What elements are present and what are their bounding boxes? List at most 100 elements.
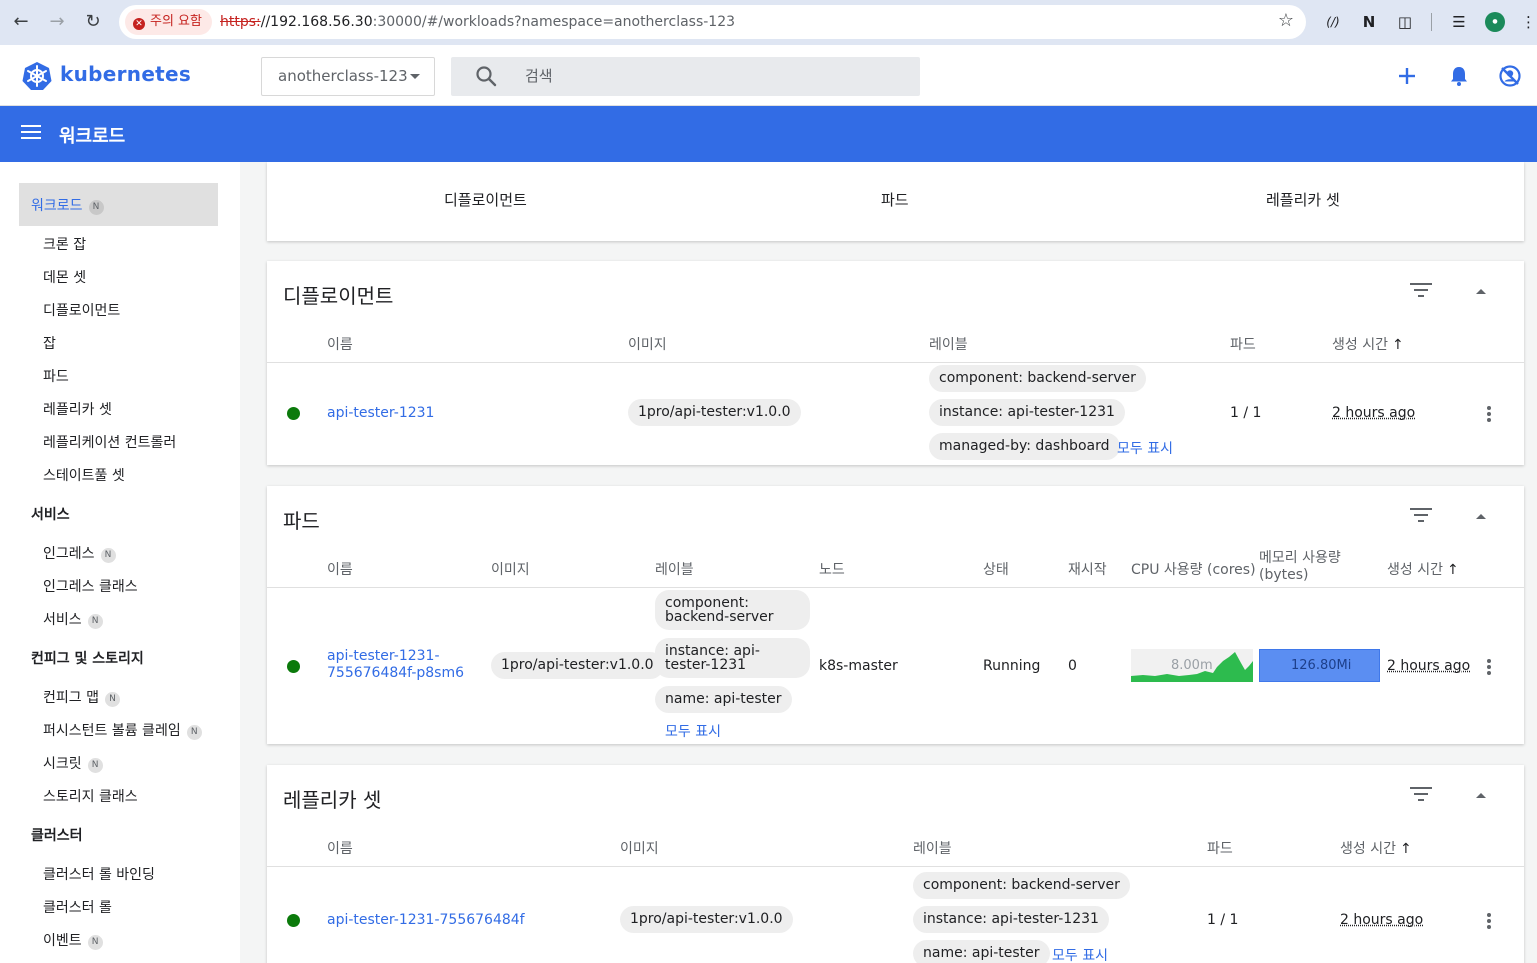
column-header-created[interactable]: 생성 시간 ↑ — [1387, 559, 1459, 579]
column-header-images[interactable]: 이미지 — [620, 838, 659, 858]
sidebar-section-cluster[interactable]: 클러스터 — [31, 825, 83, 845]
column-header-pods[interactable]: 파드 — [1230, 334, 1256, 354]
column-header-pods[interactable]: 파드 — [1207, 838, 1233, 858]
sort-arrow-up-icon: ↑ — [1446, 562, 1459, 578]
forward-arrow-icon[interactable]: → — [44, 9, 70, 35]
image-chip: 1pro/api-tester:v1.0.0 — [620, 906, 793, 933]
sidebar-section-config-storage[interactable]: 컨피그 및 스토리지 — [31, 648, 144, 668]
tab-replicasets[interactable]: 레플리카 셋 — [1266, 189, 1340, 210]
column-header-labels[interactable]: 레이블 — [929, 334, 968, 354]
reading-list-icon[interactable]: ☰ — [1447, 10, 1471, 34]
sidebar-item-statefulsets[interactable]: 스테이트풀 셋 — [43, 465, 125, 485]
extension-icon[interactable]: (/) — [1321, 10, 1345, 34]
sidebar-item-events[interactable]: 이벤트 N — [43, 930, 103, 950]
filter-icon[interactable] — [1410, 787, 1432, 803]
show-all-labels-link[interactable]: 모두 표시 — [1117, 438, 1173, 458]
column-header-name[interactable]: 이름 — [327, 334, 353, 354]
node-name: k8s-master — [819, 658, 898, 674]
sidebar-section-services[interactable]: 서비스 — [31, 504, 70, 524]
sidebar-item-cluster-roles[interactable]: 클러스터 롤 — [43, 897, 112, 917]
label-chip: name: api-tester — [655, 686, 792, 713]
kubernetes-logo-icon[interactable] — [22, 61, 52, 91]
column-header-status[interactable]: 상태 — [983, 559, 1009, 579]
replicasets-card: 레플리카 셋 이름 이미지 레이블 파드 생성 시간 ↑ api-tester-1… — [267, 765, 1524, 963]
app-header: kubernetes anotherclass-123 검색 — [0, 45, 1537, 106]
sidebar-item-replicasets[interactable]: 레플리카 셋 — [43, 399, 112, 419]
tab-pods[interactable]: 파드 — [881, 189, 909, 210]
column-header-created[interactable]: 생성 시간 ↑ — [1340, 838, 1412, 858]
sort-arrow-up-icon: ↑ — [1399, 841, 1412, 857]
notion-icon[interactable]: N — [1357, 10, 1381, 34]
image-chip: 1pro/api-tester:v1.0.0 — [491, 652, 664, 679]
page-toolbar: 워크로드 — [0, 106, 1537, 162]
replicaset-name-link[interactable]: api-tester-1231-755676484f — [327, 912, 525, 928]
url-text[interactable]: https://192.168.56.30:30000/#/workloads?… — [220, 5, 735, 39]
status-running-icon — [287, 407, 300, 420]
pods-count: 1 / 1 — [1207, 912, 1239, 928]
security-warning-chip[interactable]: ✕ 주의 요함 — [125, 9, 212, 35]
column-header-images[interactable]: 이미지 — [628, 334, 667, 354]
sidebar-item-cronjobs[interactable]: 크론 잡 — [43, 234, 86, 254]
pods-title: 파드 — [283, 509, 320, 533]
extensions-puzzle-icon[interactable]: ◫ — [1393, 10, 1417, 34]
sidebar-item-workloads[interactable]: 워크로드 N — [19, 183, 218, 226]
hamburger-menu-icon[interactable] — [21, 125, 41, 141]
show-all-labels-link[interactable]: 모두 표시 — [665, 721, 721, 741]
brand-name[interactable]: kubernetes — [60, 62, 191, 86]
sidebar-item-storage-classes[interactable]: 스토리지 클래스 — [43, 786, 138, 806]
bookmark-star-icon[interactable]: ☆ — [1278, 10, 1294, 31]
sidebar-item-cluster-role-bindings[interactable]: 클러스터 롤 바인딩 — [43, 864, 155, 884]
search-icon — [476, 66, 497, 87]
row-actions-menu-icon[interactable] — [1487, 913, 1491, 929]
sidebar-item-services[interactable]: 서비스 N — [43, 609, 103, 629]
collapse-up-icon[interactable] — [1476, 514, 1486, 519]
chevron-down-icon — [410, 74, 420, 79]
reload-icon[interactable]: ↻ — [80, 9, 106, 35]
sidebar-item-jobs[interactable]: 잡 — [43, 333, 56, 353]
namespaced-badge: N — [87, 614, 103, 629]
column-header-node[interactable]: 노드 — [819, 559, 845, 579]
sidebar-item-secrets[interactable]: 시크릿 N — [43, 753, 103, 773]
add-icon[interactable] — [1394, 63, 1420, 89]
created-age: 2 hours ago — [1332, 405, 1416, 421]
row-actions-menu-icon[interactable] — [1487, 406, 1491, 422]
restart-count: 0 — [1068, 658, 1077, 674]
search-input[interactable]: 검색 — [451, 57, 920, 96]
deployment-name-link[interactable]: api-tester-1231 — [327, 405, 434, 421]
label-chip: component: backend-server — [655, 590, 810, 630]
deployments-title: 디플로이먼트 — [283, 284, 394, 308]
column-header-name[interactable]: 이름 — [327, 559, 353, 579]
column-header-restarts[interactable]: 재시작 — [1068, 559, 1107, 579]
column-header-created[interactable]: 생성 시간 ↑ — [1332, 334, 1404, 354]
sidebar-item-pods[interactable]: 파드 — [43, 366, 69, 386]
show-all-labels-link[interactable]: 모두 표시 — [1052, 945, 1108, 963]
sidebar-item-pvcs[interactable]: 퍼시스턴트 볼륨 클레임 N — [43, 720, 202, 740]
column-header-images[interactable]: 이미지 — [491, 559, 530, 579]
sidebar-item-daemonsets[interactable]: 데몬 셋 — [43, 267, 86, 287]
row-actions-menu-icon[interactable] — [1487, 659, 1491, 675]
sidebar-item-replication-controllers[interactable]: 레플리케이션 컨트롤러 — [43, 432, 176, 452]
main-content: 디플로이먼트 파드 레플리카 셋 디플로이먼트 이름 이미지 레이블 파드 생성… — [240, 162, 1537, 963]
sidebar-item-deployments[interactable]: 디플로이먼트 — [43, 300, 120, 320]
back-arrow-icon[interactable]: ← — [8, 9, 34, 35]
namespace-selector[interactable]: anotherclass-123 — [261, 57, 435, 96]
namespaced-badge: N — [100, 548, 116, 563]
column-header-name[interactable]: 이름 — [327, 838, 353, 858]
collapse-up-icon[interactable] — [1476, 793, 1486, 798]
pod-name-link[interactable]: api-tester-1231- 755676484f-p8sm6 — [327, 648, 464, 682]
profile-avatar[interactable]: ● — [1485, 12, 1505, 32]
collapse-up-icon[interactable] — [1476, 289, 1486, 294]
column-header-labels[interactable]: 레이블 — [655, 559, 694, 579]
sidebar-item-ingress-classes[interactable]: 인그레스 클래스 — [43, 576, 138, 596]
filter-icon[interactable] — [1410, 283, 1432, 299]
column-header-labels[interactable]: 레이블 — [913, 838, 952, 858]
address-bar[interactable]: ✕ 주의 요함 https://192.168.56.30:30000/#/wor… — [119, 5, 1306, 39]
header-divider — [267, 362, 1524, 363]
account-disabled-icon[interactable] — [1497, 63, 1523, 89]
notifications-bell-icon[interactable] — [1446, 63, 1472, 89]
sidebar-item-ingresses[interactable]: 인그레스 N — [43, 543, 116, 563]
sidebar-item-configmaps[interactable]: 컨피그 맵N — [43, 687, 120, 707]
browser-menu-icon[interactable]: ⋮ — [1521, 10, 1536, 34]
filter-icon[interactable] — [1410, 508, 1432, 524]
tab-deployments[interactable]: 디플로이먼트 — [444, 189, 527, 210]
